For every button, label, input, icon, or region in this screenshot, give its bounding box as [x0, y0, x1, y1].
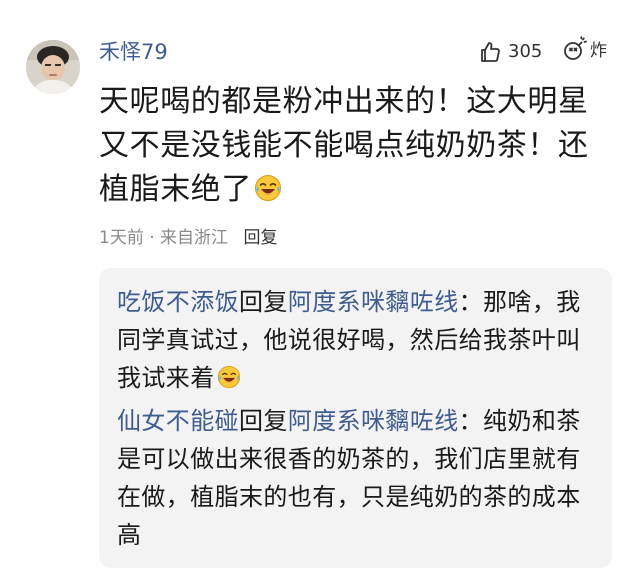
- comment-time: 1天前: [99, 228, 144, 248]
- thumbs-up-icon: [478, 40, 502, 64]
- comment-location: 来自浙江: [160, 228, 229, 248]
- reply-button[interactable]: 回复: [243, 228, 277, 248]
- username[interactable]: 禾怿79: [99, 38, 168, 66]
- reply-target[interactable]: 阿度系咪黐咗线: [288, 288, 459, 316]
- comment-meta: 1天前 · 来自浙江 回复: [99, 226, 277, 250]
- like-button[interactable]: 305: [478, 38, 542, 66]
- reply-verb: 回复: [239, 288, 288, 316]
- avatar-photo: [26, 40, 80, 94]
- reply-colon: ：: [458, 288, 484, 316]
- laugh-cry-emoji-icon: [255, 175, 281, 201]
- comment-text: 天呢喝的都是粉冲出来的！这大明星又不是没钱能不能喝点纯奶奶茶！还植脂末绝了: [99, 80, 619, 212]
- reply-item[interactable]: 吃饭不添饭回复阿度系咪黐咗线：那啥，我同学真试过，他说很好喝，然后给我茶叶叫我试…: [117, 283, 603, 397]
- reply-colon: ：: [458, 407, 484, 435]
- replies-panel: 吃饭不添饭回复阿度系咪黐咗线：那啥，我同学真试过，他说很好喝，然后给我茶叶叫我试…: [99, 268, 612, 568]
- bomb-icon: [562, 36, 588, 66]
- reply-item[interactable]: 仙女不能碰回复阿度系咪黐咗线：纯奶和茶是可以做出来很香的奶茶的，我们店里就有在做…: [117, 402, 603, 554]
- like-count: 305: [508, 41, 543, 62]
- comment-body: 天呢喝的都是粉冲出来的！这大明星又不是没钱能不能喝点纯奶奶茶！还植脂末绝了: [99, 84, 589, 207]
- avatar[interactable]: [26, 40, 80, 94]
- explode-button[interactable]: 炸: [562, 36, 607, 66]
- explode-label: 炸: [590, 41, 607, 61]
- reply-target[interactable]: 阿度系咪黐咗线: [288, 407, 459, 435]
- reply-verb: 回复: [239, 407, 288, 435]
- meta-separator: ·: [149, 228, 155, 248]
- reply-author[interactable]: 吃饭不添饭: [117, 288, 239, 316]
- laugh-cry-emoji-icon: [217, 365, 240, 389]
- reply-author[interactable]: 仙女不能碰: [117, 407, 239, 435]
